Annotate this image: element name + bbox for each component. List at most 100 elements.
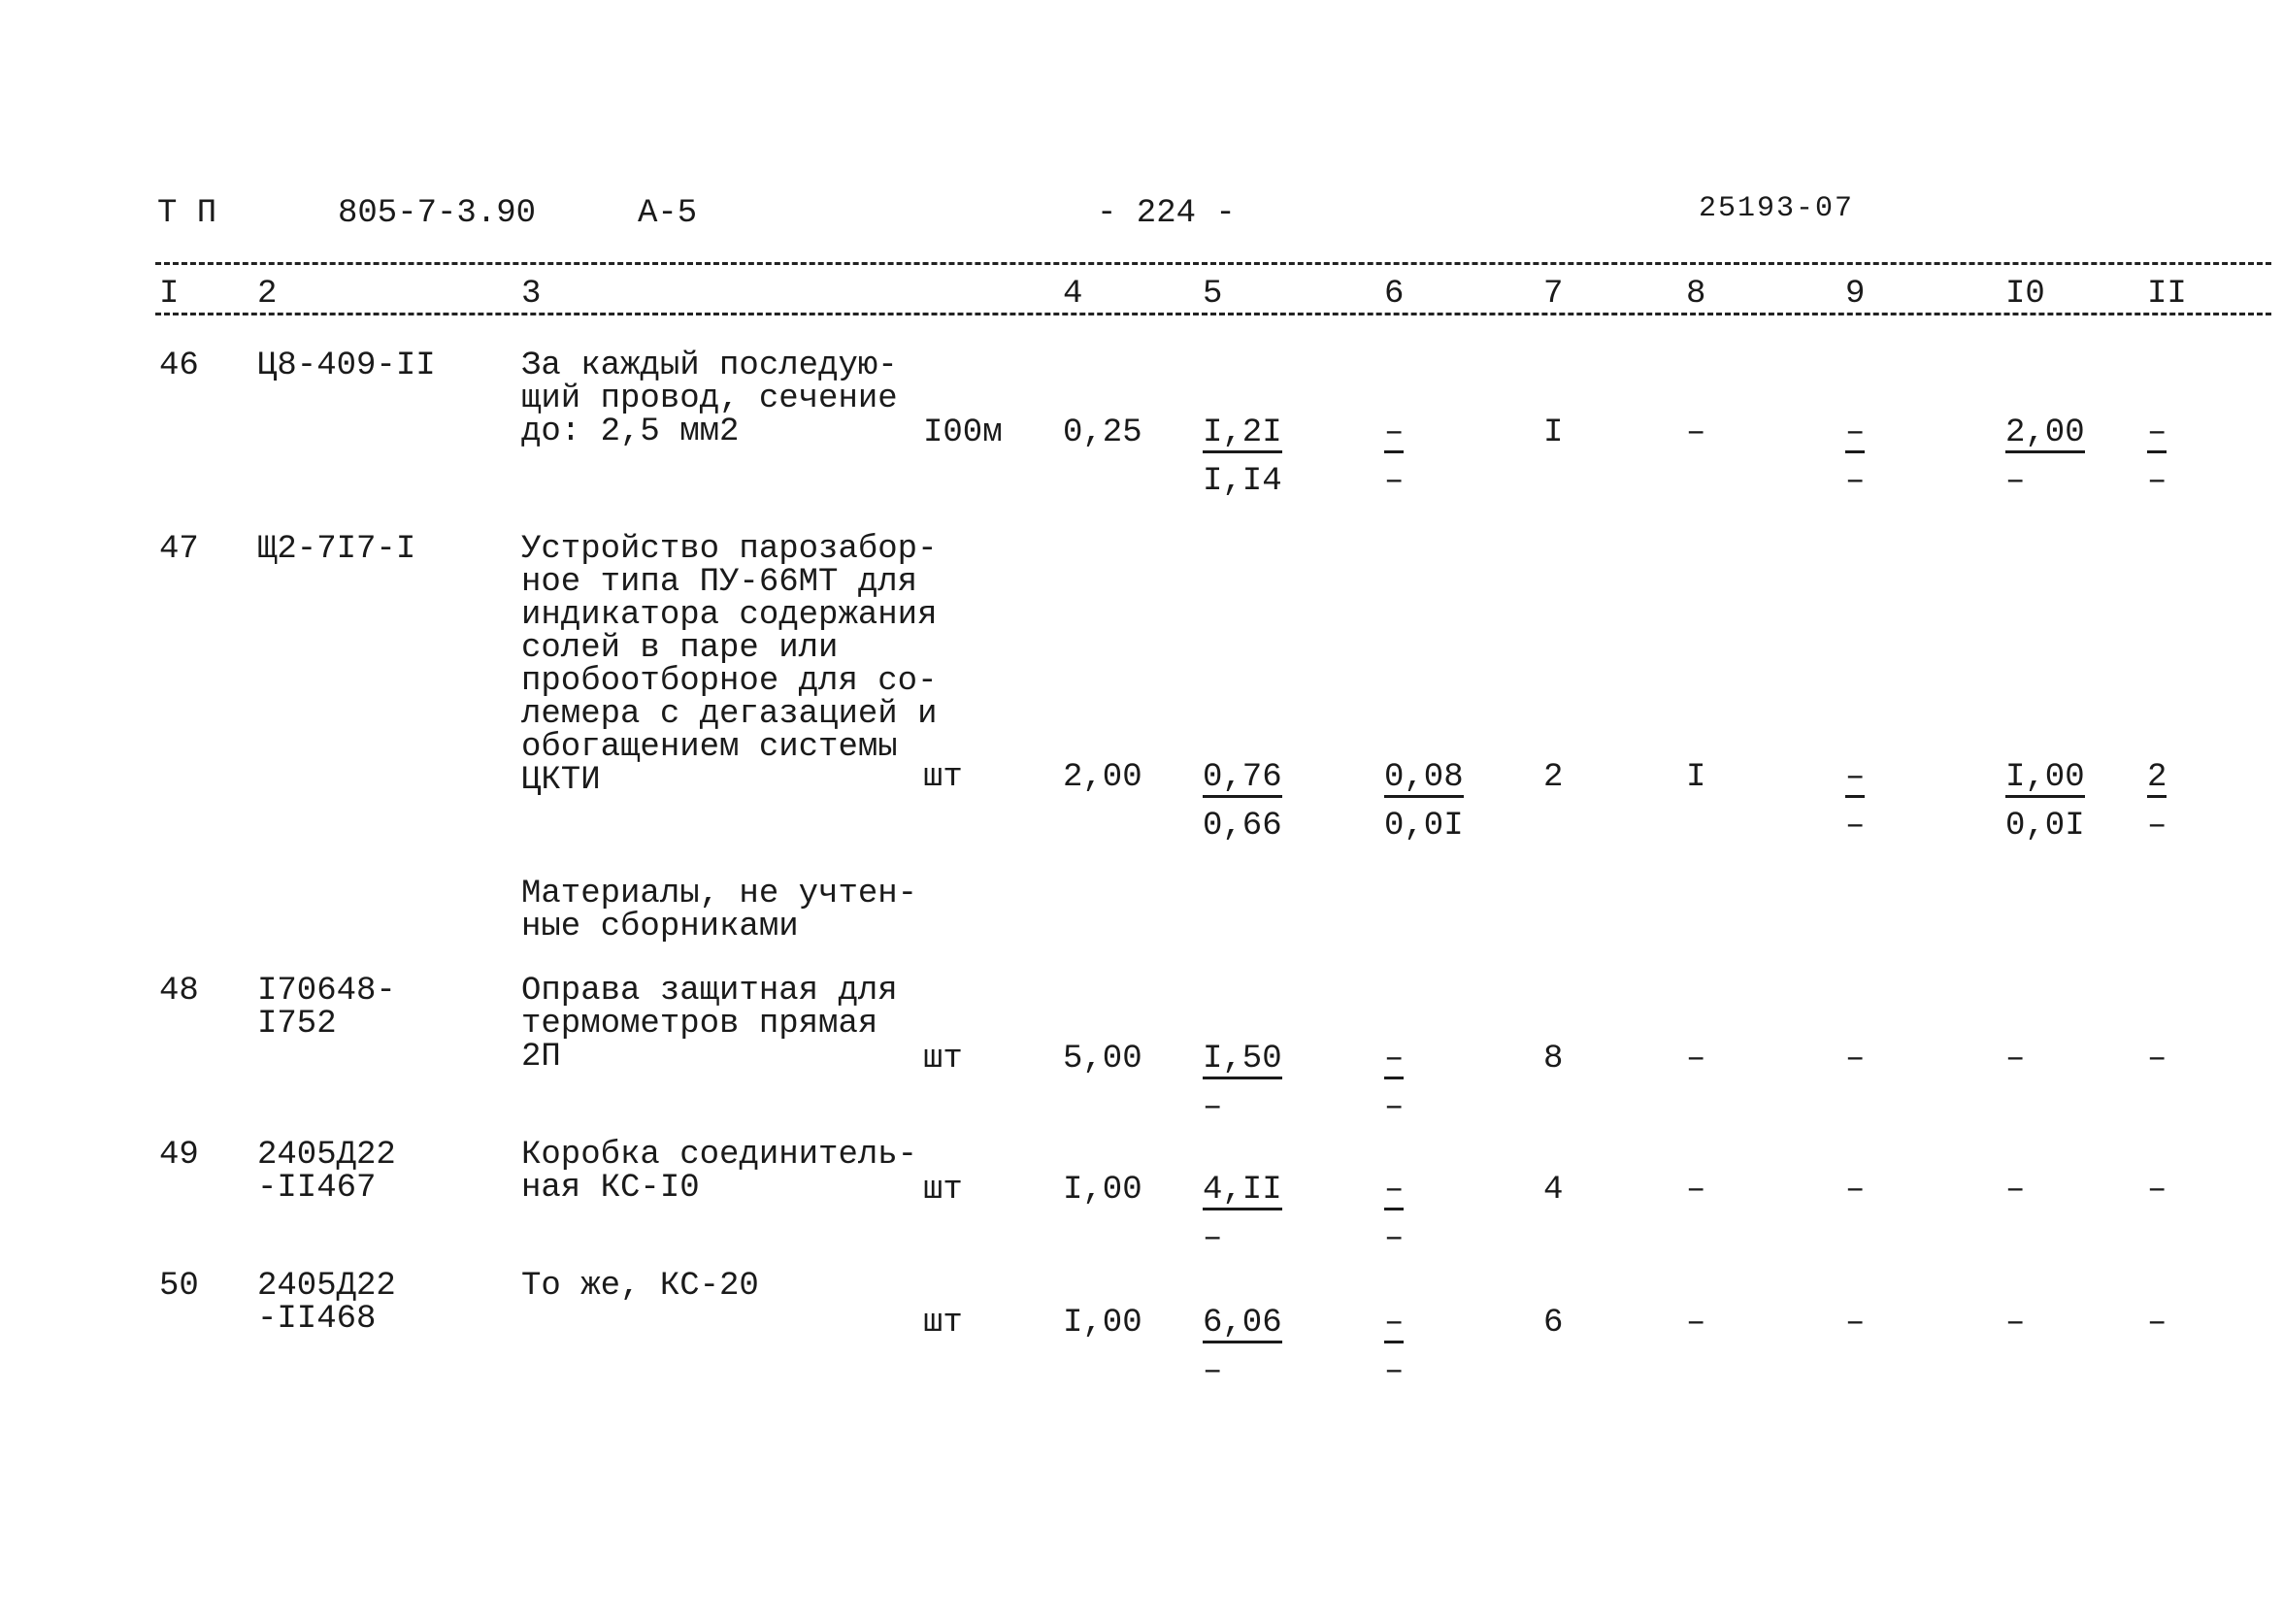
column-number: 6	[1384, 276, 1405, 313]
cell-value-bottom: –	[1203, 1353, 1223, 1390]
work-description: За каждый последую-	[521, 348, 898, 384]
work-description: термометров прямая	[521, 1006, 878, 1043]
cell-value-bottom: –	[1203, 1220, 1223, 1257]
work-description: 2П	[521, 1039, 561, 1076]
cell-value-bottom: 0,0I	[2005, 808, 2085, 845]
cell-value-bottom: –	[1845, 463, 1866, 500]
cell-value-bottom: –	[2147, 463, 2167, 500]
column-number: 5	[1203, 276, 1223, 313]
cell-value-top: 4,II	[1203, 1172, 1282, 1210]
cell-value-bottom: –	[1384, 1353, 1405, 1390]
cell-value-top: 8	[1543, 1041, 1564, 1077]
work-description: лемера с дегазацией и	[521, 696, 938, 733]
cell-value-bottom: –	[1384, 1220, 1405, 1257]
row-number: 50	[159, 1268, 199, 1305]
cell-value-top: I,2I	[1203, 414, 1282, 453]
quantity: 2,00	[1063, 759, 1142, 796]
cell-value-bottom: 0,0I	[1384, 808, 1464, 845]
divider-top	[155, 262, 2271, 265]
column-number: II	[2147, 276, 2187, 313]
quantity: I,00	[1063, 1305, 1142, 1342]
resource-code: -II468	[257, 1301, 377, 1338]
work-description: Оправа защитная для	[521, 973, 898, 1010]
cell-value-top: 2	[1543, 759, 1564, 796]
cell-value-top: I,50	[1203, 1041, 1282, 1079]
cell-value-top: –	[2005, 1172, 2026, 1209]
cell-value-top: –	[1384, 1172, 1405, 1210]
column-number: 4	[1063, 276, 1083, 313]
work-description: Коробка соединитель-	[521, 1137, 918, 1174]
row-number: 49	[159, 1137, 199, 1174]
cell-value-top: –	[2147, 1305, 2167, 1342]
work-description: ЦКТИ	[521, 762, 601, 799]
cell-value-top: –	[1686, 1305, 1706, 1342]
cell-value-bottom: I,I4	[1203, 463, 1282, 500]
work-description: до: 2,5 мм2	[521, 414, 740, 450]
column-number: 7	[1543, 276, 1564, 313]
unit: шт	[923, 1041, 963, 1077]
column-number: I0	[2005, 276, 2045, 313]
cell-value-top: –	[1384, 414, 1405, 453]
resource-code: I752	[257, 1006, 337, 1043]
resource-code: Ц8-409-II	[257, 348, 436, 384]
cell-value-top: –	[2005, 1305, 2026, 1342]
work-description: щий провод, сечение	[521, 381, 898, 417]
cell-value-top: –	[1845, 414, 1866, 453]
work-description: ные сборниками	[521, 909, 799, 945]
column-number: 3	[521, 276, 542, 313]
cell-value-top: 6	[1543, 1305, 1564, 1342]
cell-value-bottom: –	[1203, 1089, 1223, 1126]
work-description: обогащением системы	[521, 729, 898, 766]
cell-value-top: –	[1384, 1305, 1405, 1343]
cell-value-top: –	[1845, 759, 1866, 798]
cell-value-top: 2	[2147, 759, 2167, 798]
cell-value-top: –	[1845, 1041, 1866, 1077]
cell-value-bottom: –	[2147, 808, 2167, 845]
album-number: А-5	[638, 195, 698, 232]
cell-value-bottom: –	[1384, 1089, 1405, 1126]
quantity: 0,25	[1063, 414, 1142, 451]
work-description: То же, КС-20	[521, 1268, 759, 1305]
cell-value-top: –	[2147, 1041, 2167, 1077]
cell-value-top: –	[1686, 1041, 1706, 1077]
page-number: - 224 -	[1097, 195, 1236, 232]
cell-value-top: –	[1686, 1172, 1706, 1209]
project-number: 805-7-3.90	[338, 195, 537, 232]
column-number: 9	[1845, 276, 1866, 313]
work-description: Устройство парозабор-	[521, 531, 938, 568]
work-description: ное типа ПУ-66МТ для	[521, 564, 918, 601]
cell-value-top: –	[1845, 1172, 1866, 1209]
divider-bottom	[155, 313, 2271, 315]
cell-value-bottom: –	[2005, 463, 2026, 500]
column-number: I	[159, 276, 180, 313]
row-number: 48	[159, 973, 199, 1010]
column-number: 2	[257, 276, 278, 313]
cell-value-top: I	[1543, 414, 1564, 451]
unit: шт	[923, 1172, 963, 1209]
work-description: ная КС-I0	[521, 1170, 700, 1207]
series-label: Т П	[157, 195, 217, 232]
column-number: 8	[1686, 276, 1706, 313]
cell-value-bottom: –	[1845, 808, 1866, 845]
work-description: солей в паре или	[521, 630, 839, 667]
cell-value-top: –	[1686, 414, 1706, 451]
quantity: I,00	[1063, 1172, 1142, 1209]
work-description: индикатора содержания	[521, 597, 938, 634]
cell-value-top: –	[1384, 1041, 1405, 1079]
cell-value-top: I,00	[2005, 759, 2085, 798]
resource-code: Щ2-7I7-I	[257, 531, 416, 568]
resource-code: 2405Д22	[257, 1268, 396, 1305]
cell-value-bottom: –	[1384, 463, 1405, 500]
resource-code: I70648-	[257, 973, 396, 1010]
quantity: 5,00	[1063, 1041, 1142, 1077]
unit: шт	[923, 1305, 963, 1342]
archive-stamp: 25193-07	[1699, 192, 1855, 225]
row-number: 47	[159, 531, 199, 568]
row-number: 46	[159, 348, 199, 384]
cell-value-top: –	[2147, 414, 2167, 453]
unit: I00м	[923, 414, 1003, 451]
cell-value-top: –	[2005, 1041, 2026, 1077]
work-description: пробоотборное для со-	[521, 663, 938, 700]
cell-value-top: 2,00	[2005, 414, 2085, 453]
cell-value-top: –	[2147, 1172, 2167, 1209]
